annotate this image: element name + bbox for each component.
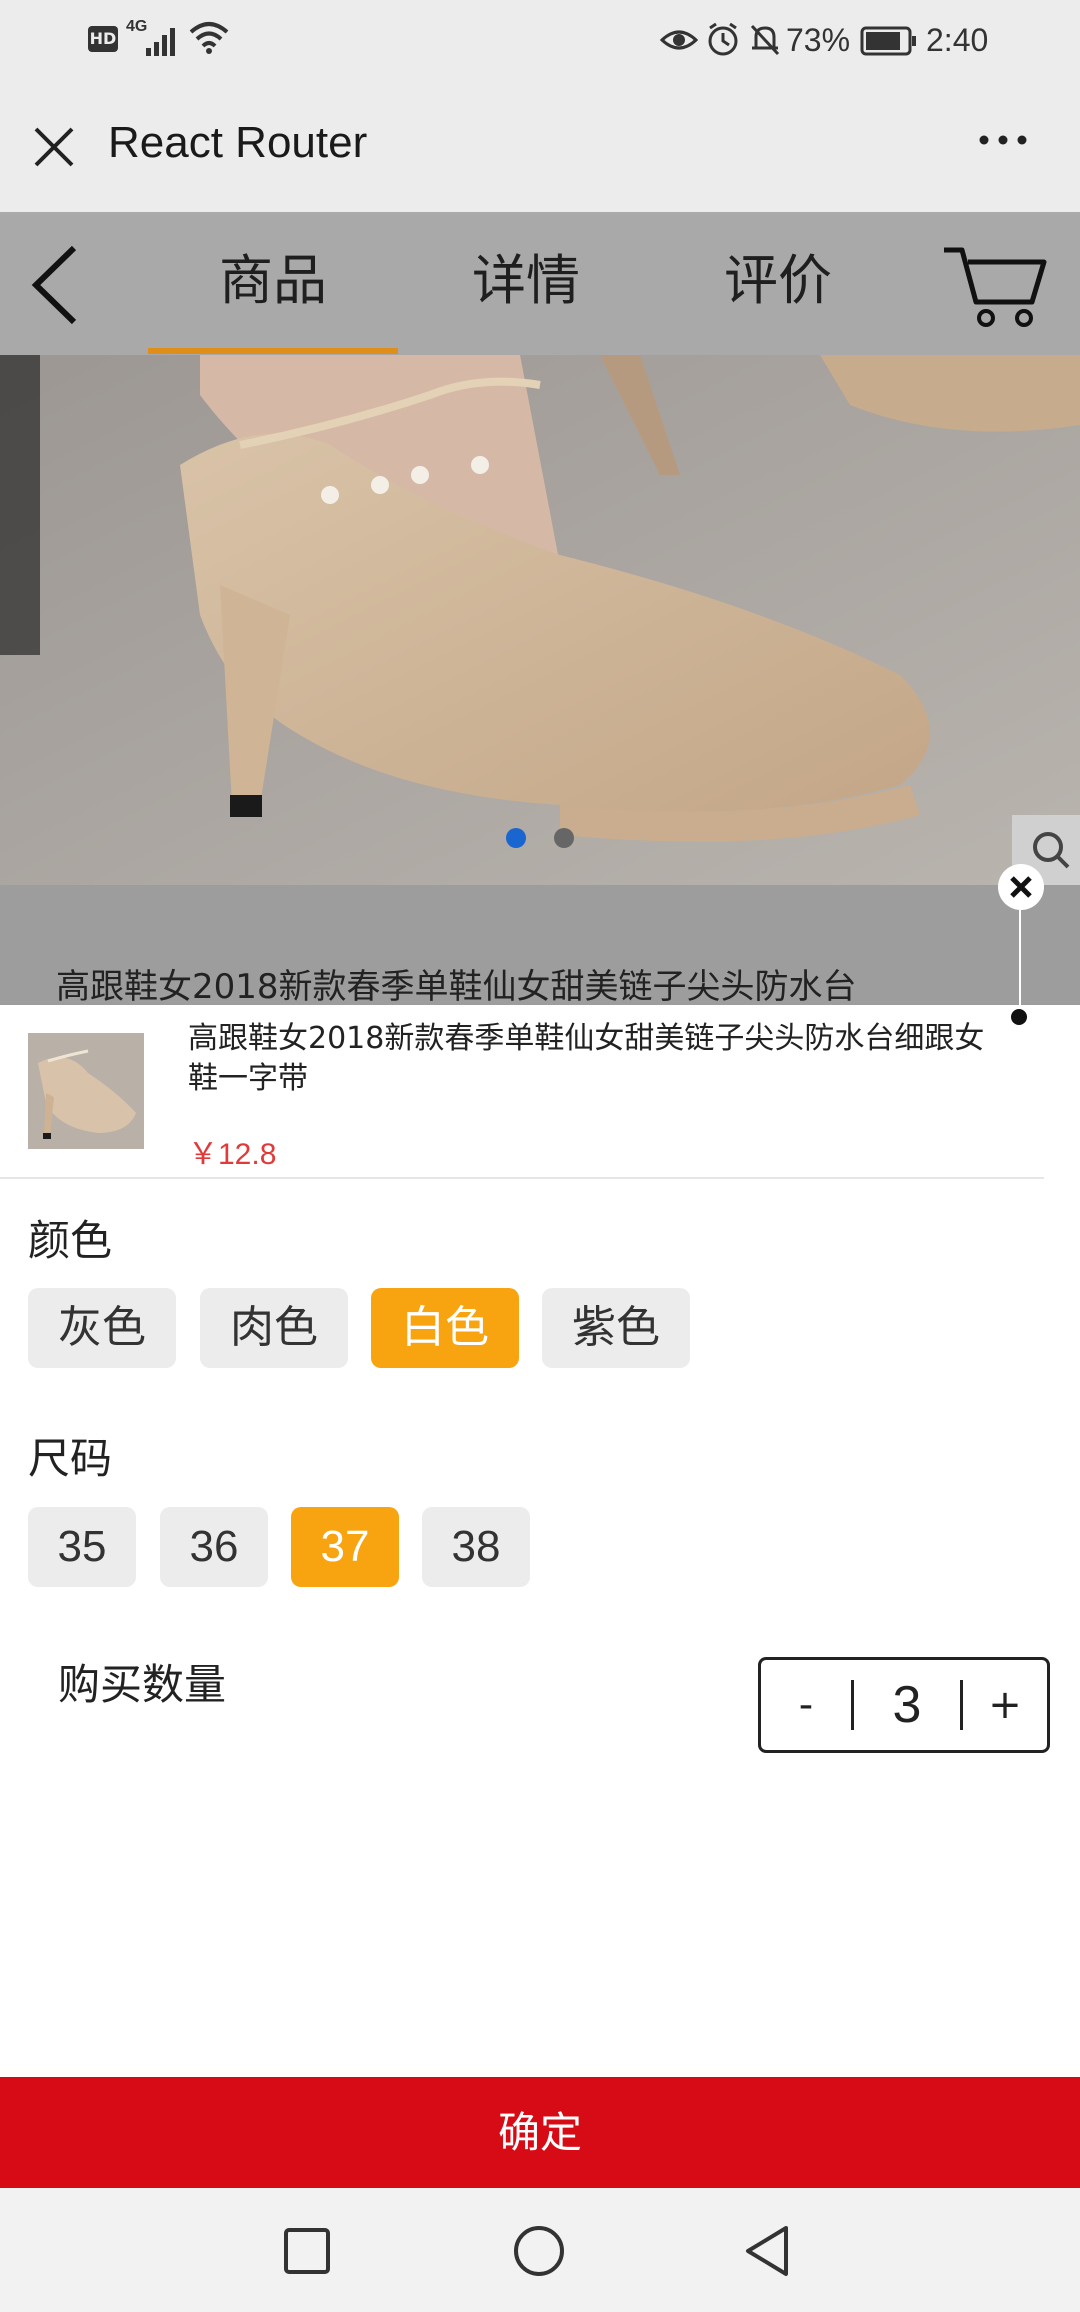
background-product-title: 高跟鞋女2018新款春季单鞋仙女甜美链子尖头防水台 [56, 967, 857, 1007]
more-options-icon[interactable] [976, 130, 1030, 154]
status-bar: HD 4G 73% 2:40 [0, 0, 1080, 80]
sku-selection-sheet: 高跟鞋女2018新款春季单鞋仙女甜美链子尖头防水台细跟女鞋一字带 ￥12.8 颜… [0, 1005, 1080, 2077]
back-triangle-icon[interactable] [742, 2224, 792, 2282]
tab-goods[interactable]: 商品 [173, 212, 373, 355]
color-option-gray[interactable]: 灰色 [28, 1288, 176, 1368]
tab-details[interactable]: 详情 [426, 212, 626, 355]
color-section-label: 颜色 [28, 1216, 113, 1265]
battery-percentage: 73% [786, 22, 851, 58]
product-price: ￥12.8 [188, 1138, 277, 1171]
system-navigation-bar [0, 2188, 1080, 2312]
quantity-value[interactable]: 3 [854, 1660, 960, 1750]
size-option-35[interactable]: 35 [28, 1507, 136, 1587]
quantity-decrease-button[interactable]: - [761, 1660, 851, 1750]
tab-reviews[interactable]: 评价 [678, 212, 878, 355]
size-option-38[interactable]: 38 [422, 1507, 530, 1587]
home-icon[interactable] [512, 2224, 566, 2282]
product-thumbnail [28, 1033, 144, 1149]
color-option-purple[interactable]: 紫色 [542, 1288, 690, 1368]
popup-close-icon[interactable] [998, 864, 1044, 910]
product-image [0, 355, 1080, 885]
size-option-36[interactable]: 36 [160, 1507, 268, 1587]
hd-label: HD [89, 29, 117, 48]
size-section-label: 尺码 [28, 1434, 113, 1483]
wifi-icon [188, 20, 230, 60]
carousel-dot[interactable] [554, 828, 574, 848]
close-icon[interactable] [32, 125, 76, 173]
mute-bell-icon [748, 22, 782, 62]
eye-icon [659, 24, 699, 60]
quantity-label: 购买数量 [58, 1660, 227, 1709]
webview-title-bar: React Router [0, 80, 1080, 212]
confirm-button[interactable]: 确定 [0, 2077, 1080, 2188]
battery-icon [860, 26, 918, 60]
divider [0, 1177, 1044, 1179]
4g-signal-icon: 4G [126, 18, 182, 58]
cart-icon[interactable] [940, 240, 1048, 334]
carousel-dot-active[interactable] [506, 828, 526, 848]
popup-close-line [1019, 910, 1021, 1015]
quantity-stepper: - 3 + [758, 1657, 1050, 1753]
alarm-icon [706, 22, 740, 62]
decorative-dot [1011, 1009, 1027, 1025]
product-nav-bar: 商品 详情 评价 [0, 212, 1080, 355]
back-icon[interactable] [26, 242, 82, 332]
page-title: React Router [108, 118, 368, 167]
hd-icon: HD [88, 26, 118, 52]
size-option-37[interactable]: 37 [291, 1507, 399, 1587]
quantity-increase-button[interactable]: + [963, 1660, 1047, 1750]
clock: 2:40 [926, 22, 989, 58]
recent-apps-icon[interactable] [282, 2226, 332, 2280]
color-option-nude[interactable]: 肉色 [200, 1288, 348, 1368]
product-image-carousel[interactable] [0, 355, 1080, 885]
active-tab-underline [148, 348, 398, 354]
color-option-white[interactable]: 白色 [371, 1288, 519, 1368]
page-overlay-band: 高跟鞋女2018新款春季单鞋仙女甜美链子尖头防水台 [0, 885, 1080, 1007]
product-title: 高跟鞋女2018新款春季单鞋仙女甜美链子尖头防水台细跟女鞋一字带 [188, 1021, 985, 1096]
